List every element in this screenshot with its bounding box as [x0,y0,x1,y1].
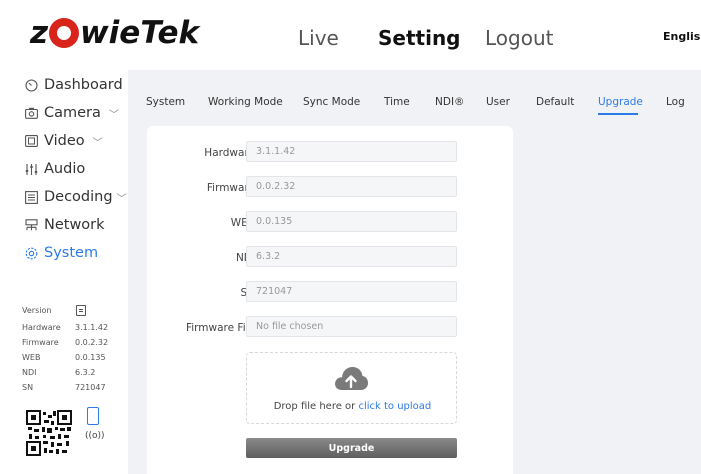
wireless-signal-icon: ((o)) [85,431,105,441]
dashboard-icon [24,78,38,92]
hardware-field: 3.1.1.42 [246,141,457,162]
decoding-icon [24,190,38,204]
upgrade-button[interactable]: Upgrade [246,438,457,458]
tab-system[interactable]: System [146,96,185,108]
tab-working-mode[interactable]: Working Mode [208,96,283,108]
sidebar-item-dashboard[interactable]: Dashboard [24,74,123,96]
sidebar-item-label: Decoding [44,189,113,205]
chevron-down-icon: ﹀ [116,193,127,205]
nav-logout[interactable]: Logout [485,26,553,50]
sidebar-item-system[interactable]: System [24,242,98,264]
chevron-down-icon: ﹀ [108,109,119,121]
sidebar-item-decoding[interactable]: Decoding ﹀ [24,186,127,208]
sidebar-item-label: Network [44,217,105,233]
tab-time[interactable]: Time [384,96,410,108]
tab-sync-mode[interactable]: Sync Mode [303,96,360,108]
sidebar-item-label: Dashboard [44,77,123,93]
nav-live[interactable]: Live [298,26,339,50]
firmware-file-label: Firmware File [185,322,255,334]
firmware-field: 0.0.2.32 [246,176,457,197]
tab-log[interactable]: Log [666,96,685,108]
info-row-hardware: Hardware 3.1.1.42 [22,323,109,332]
info-row-firmware: Firmware 0.0.2.32 [22,338,109,347]
logo-text-right: wieTek [80,15,200,51]
phone-icon [87,407,99,425]
network-icon [24,218,38,232]
tab-upgrade[interactable]: Upgrade [598,96,643,108]
sidebar-item-video[interactable]: Video ﹀ [24,130,103,152]
sidebar-item-label: Video [44,133,85,149]
sidebar-item-label: Audio [44,161,86,177]
version-label: Version [22,306,52,315]
file-drop-zone[interactable]: Drop file here or click to upload [246,352,457,424]
web-field: 0.0.135 [246,211,457,232]
logo-text-left: z [30,15,49,51]
info-row-ndi: NDI 6.3.2 [22,368,96,377]
tab-ndi[interactable]: NDI® [435,96,465,108]
language-selector[interactable]: English [663,30,701,43]
sidebar-item-camera[interactable]: Camera ﹀ [24,102,119,124]
camera-icon [24,106,38,120]
system-icon [24,246,38,260]
zowietek-logo: z wieTek [30,15,200,51]
qr-code-icon [26,410,72,456]
info-row-web: WEB 0.0.135 [22,353,106,362]
ndi-field: 6.3.2 [246,246,457,267]
sidebar-item-audio[interactable]: Audio [24,158,85,180]
copy-icon[interactable] [76,305,86,316]
sidebar-item-network[interactable]: Network [24,214,105,236]
firmware-file-input[interactable]: No file chosen [246,316,457,337]
sidebar-item-label: System [44,245,99,261]
chevron-down-icon: ﹀ [92,137,103,149]
nav-setting[interactable]: Setting [378,26,461,50]
header: z wieTek Live Setting Logout English [0,0,701,70]
logo-o-icon [49,18,80,48]
sn-field: 721047 [246,281,457,302]
info-row-sn: SN 721047 [22,383,106,392]
main-content: System Working Mode Sync Mode Time NDI® … [128,70,701,474]
drop-instructions: Drop file here or click to upload [273,401,432,412]
video-icon [24,134,38,148]
upgrade-card: Hardware 3.1.1.42 Firmware 0.0.2.32 WEB … [147,126,513,474]
click-to-upload-link[interactable]: click to upload [358,401,431,412]
audio-icon [24,162,38,176]
active-tab-indicator [598,113,638,115]
tab-user[interactable]: User [486,96,510,108]
cloud-upload-icon [335,367,368,390]
tab-default[interactable]: Default [536,96,574,108]
sidebar-item-label: Camera [44,105,101,121]
